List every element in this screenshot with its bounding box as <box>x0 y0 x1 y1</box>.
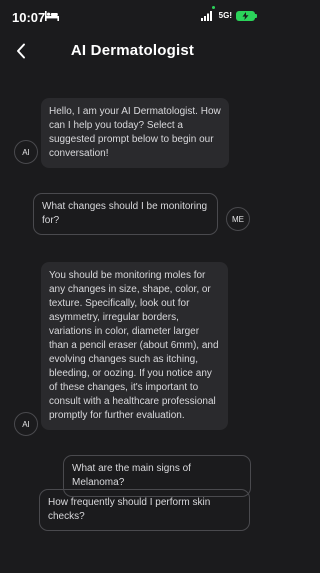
ai-message: You should be monitoring moles for any c… <box>41 262 228 430</box>
header: AI Dermatologist <box>0 34 265 68</box>
user-message: What changes should I be monitoring for? <box>33 193 218 235</box>
signal-icon <box>200 11 212 21</box>
ai-message: Hello, I am your AI Dermatologist. How c… <box>41 98 229 168</box>
suggested-prompt-button[interactable]: How frequently should I perform skin che… <box>39 489 250 531</box>
chat-screen: 10:07 5G! AI Dermatologist Hello, I am y… <box>0 0 265 573</box>
ai-avatar: AI <box>14 140 38 164</box>
charging-bolt-icon <box>242 11 249 20</box>
privacy-indicator <box>212 6 215 9</box>
status-time: 10:07 <box>12 10 46 25</box>
status-icons: 5G! <box>200 10 257 21</box>
bed-icon <box>45 11 59 21</box>
network-label: 5G! <box>218 11 232 20</box>
battery-icon <box>236 10 257 21</box>
status-bar: 10:07 5G! <box>0 0 265 32</box>
page-title: AI Dermatologist <box>70 42 195 59</box>
ai-avatar: AI <box>14 412 38 436</box>
user-avatar: ME <box>226 207 250 231</box>
